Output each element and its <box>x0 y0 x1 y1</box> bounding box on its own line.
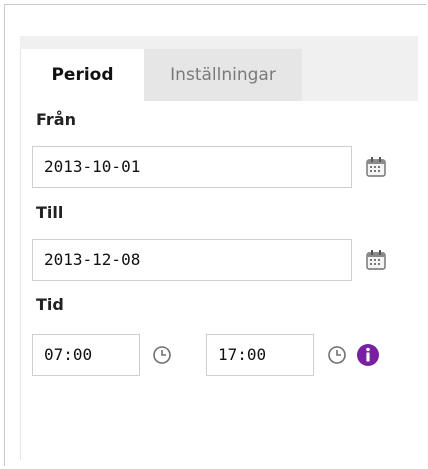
end-time-input[interactable]: 17:00 <box>206 334 314 376</box>
clock-icon[interactable] <box>327 345 347 365</box>
to-date-input[interactable]: 2013-12-08 <box>32 239 352 281</box>
from-date-input[interactable]: 2013-10-01 <box>32 146 352 188</box>
calendar-icon[interactable] <box>365 156 387 178</box>
time-label: Tid <box>36 295 64 314</box>
clock-icon[interactable] <box>152 345 172 365</box>
info-icon[interactable] <box>356 343 380 367</box>
tab-content: Från 2013-10-01 Till 2013-12-08 Tid 07:0… <box>20 101 419 460</box>
widget-frame: Period Inställningar Från 2013-10-01 Til… <box>4 4 426 466</box>
tab-settings[interactable]: Inställningar <box>144 49 302 101</box>
to-label: Till <box>36 203 64 222</box>
tab-period[interactable]: Period <box>20 49 144 101</box>
calendar-icon[interactable] <box>365 249 387 271</box>
start-time-input[interactable]: 07:00 <box>32 334 140 376</box>
period-panel: Period Inställningar Från 2013-10-01 Til… <box>20 36 419 460</box>
from-label: Från <box>36 110 76 129</box>
